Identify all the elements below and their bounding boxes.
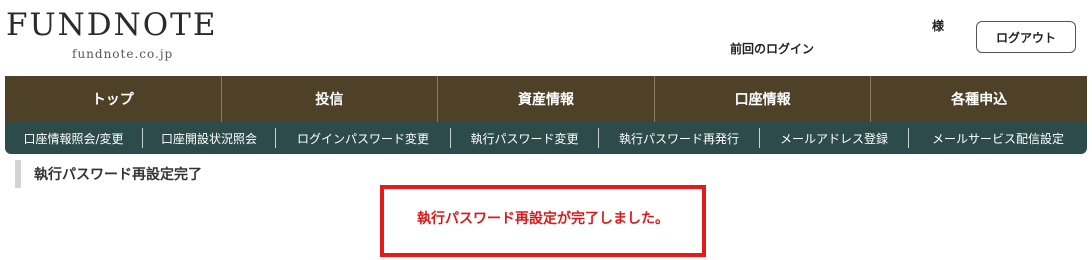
page-title-bar: 執行パスワード再設定完了 <box>15 160 202 188</box>
user-honorific: 様 <box>932 19 945 33</box>
main-nav-funds[interactable]: 投信 <box>222 76 439 122</box>
sub-nav-account-opening-status[interactable]: 口座開設状況照会 <box>143 128 276 148</box>
main-nav: トップ 投信 資産情報 口座情報 各種申込 <box>5 76 1087 122</box>
completion-message-box: 執行パスワード再設定が完了しました。 <box>380 185 706 257</box>
sub-nav: 口座情報照会/変更 口座開設状況照会 ログインパスワード変更 執行パスワード変更… <box>5 122 1087 154</box>
main-nav-account[interactable]: 口座情報 <box>655 76 872 122</box>
sub-nav-account-info[interactable]: 口座情報照会/変更 <box>5 128 143 148</box>
sub-nav-trading-password-reissue[interactable]: 執行パスワード再発行 <box>599 128 760 148</box>
sub-nav-mail-service-settings[interactable]: メールサービス配信設定 <box>909 128 1087 148</box>
main-nav-applications[interactable]: 各種申込 <box>871 76 1087 122</box>
logout-button[interactable]: ログアウト <box>976 21 1076 53</box>
main-nav-assets[interactable]: 資産情報 <box>438 76 655 122</box>
page-title: 執行パスワード再設定完了 <box>34 167 202 183</box>
logo-title: FUNDNOTE <box>6 7 218 43</box>
last-login-label: 前回のログイン <box>730 42 815 56</box>
main-nav-top[interactable]: トップ <box>5 76 222 122</box>
sub-nav-email-registration[interactable]: メールアドレス登録 <box>760 128 909 148</box>
sub-nav-login-password-change[interactable]: ログインパスワード変更 <box>276 128 451 148</box>
completion-message: 執行パスワード再設定が完了しました。 <box>417 211 669 227</box>
sub-nav-trading-password-change[interactable]: 執行パスワード変更 <box>451 128 599 148</box>
logo-subtitle: fundnote.co.jp <box>72 47 174 61</box>
logo[interactable]: FUNDNOTE fundnote.co.jp <box>6 7 218 62</box>
